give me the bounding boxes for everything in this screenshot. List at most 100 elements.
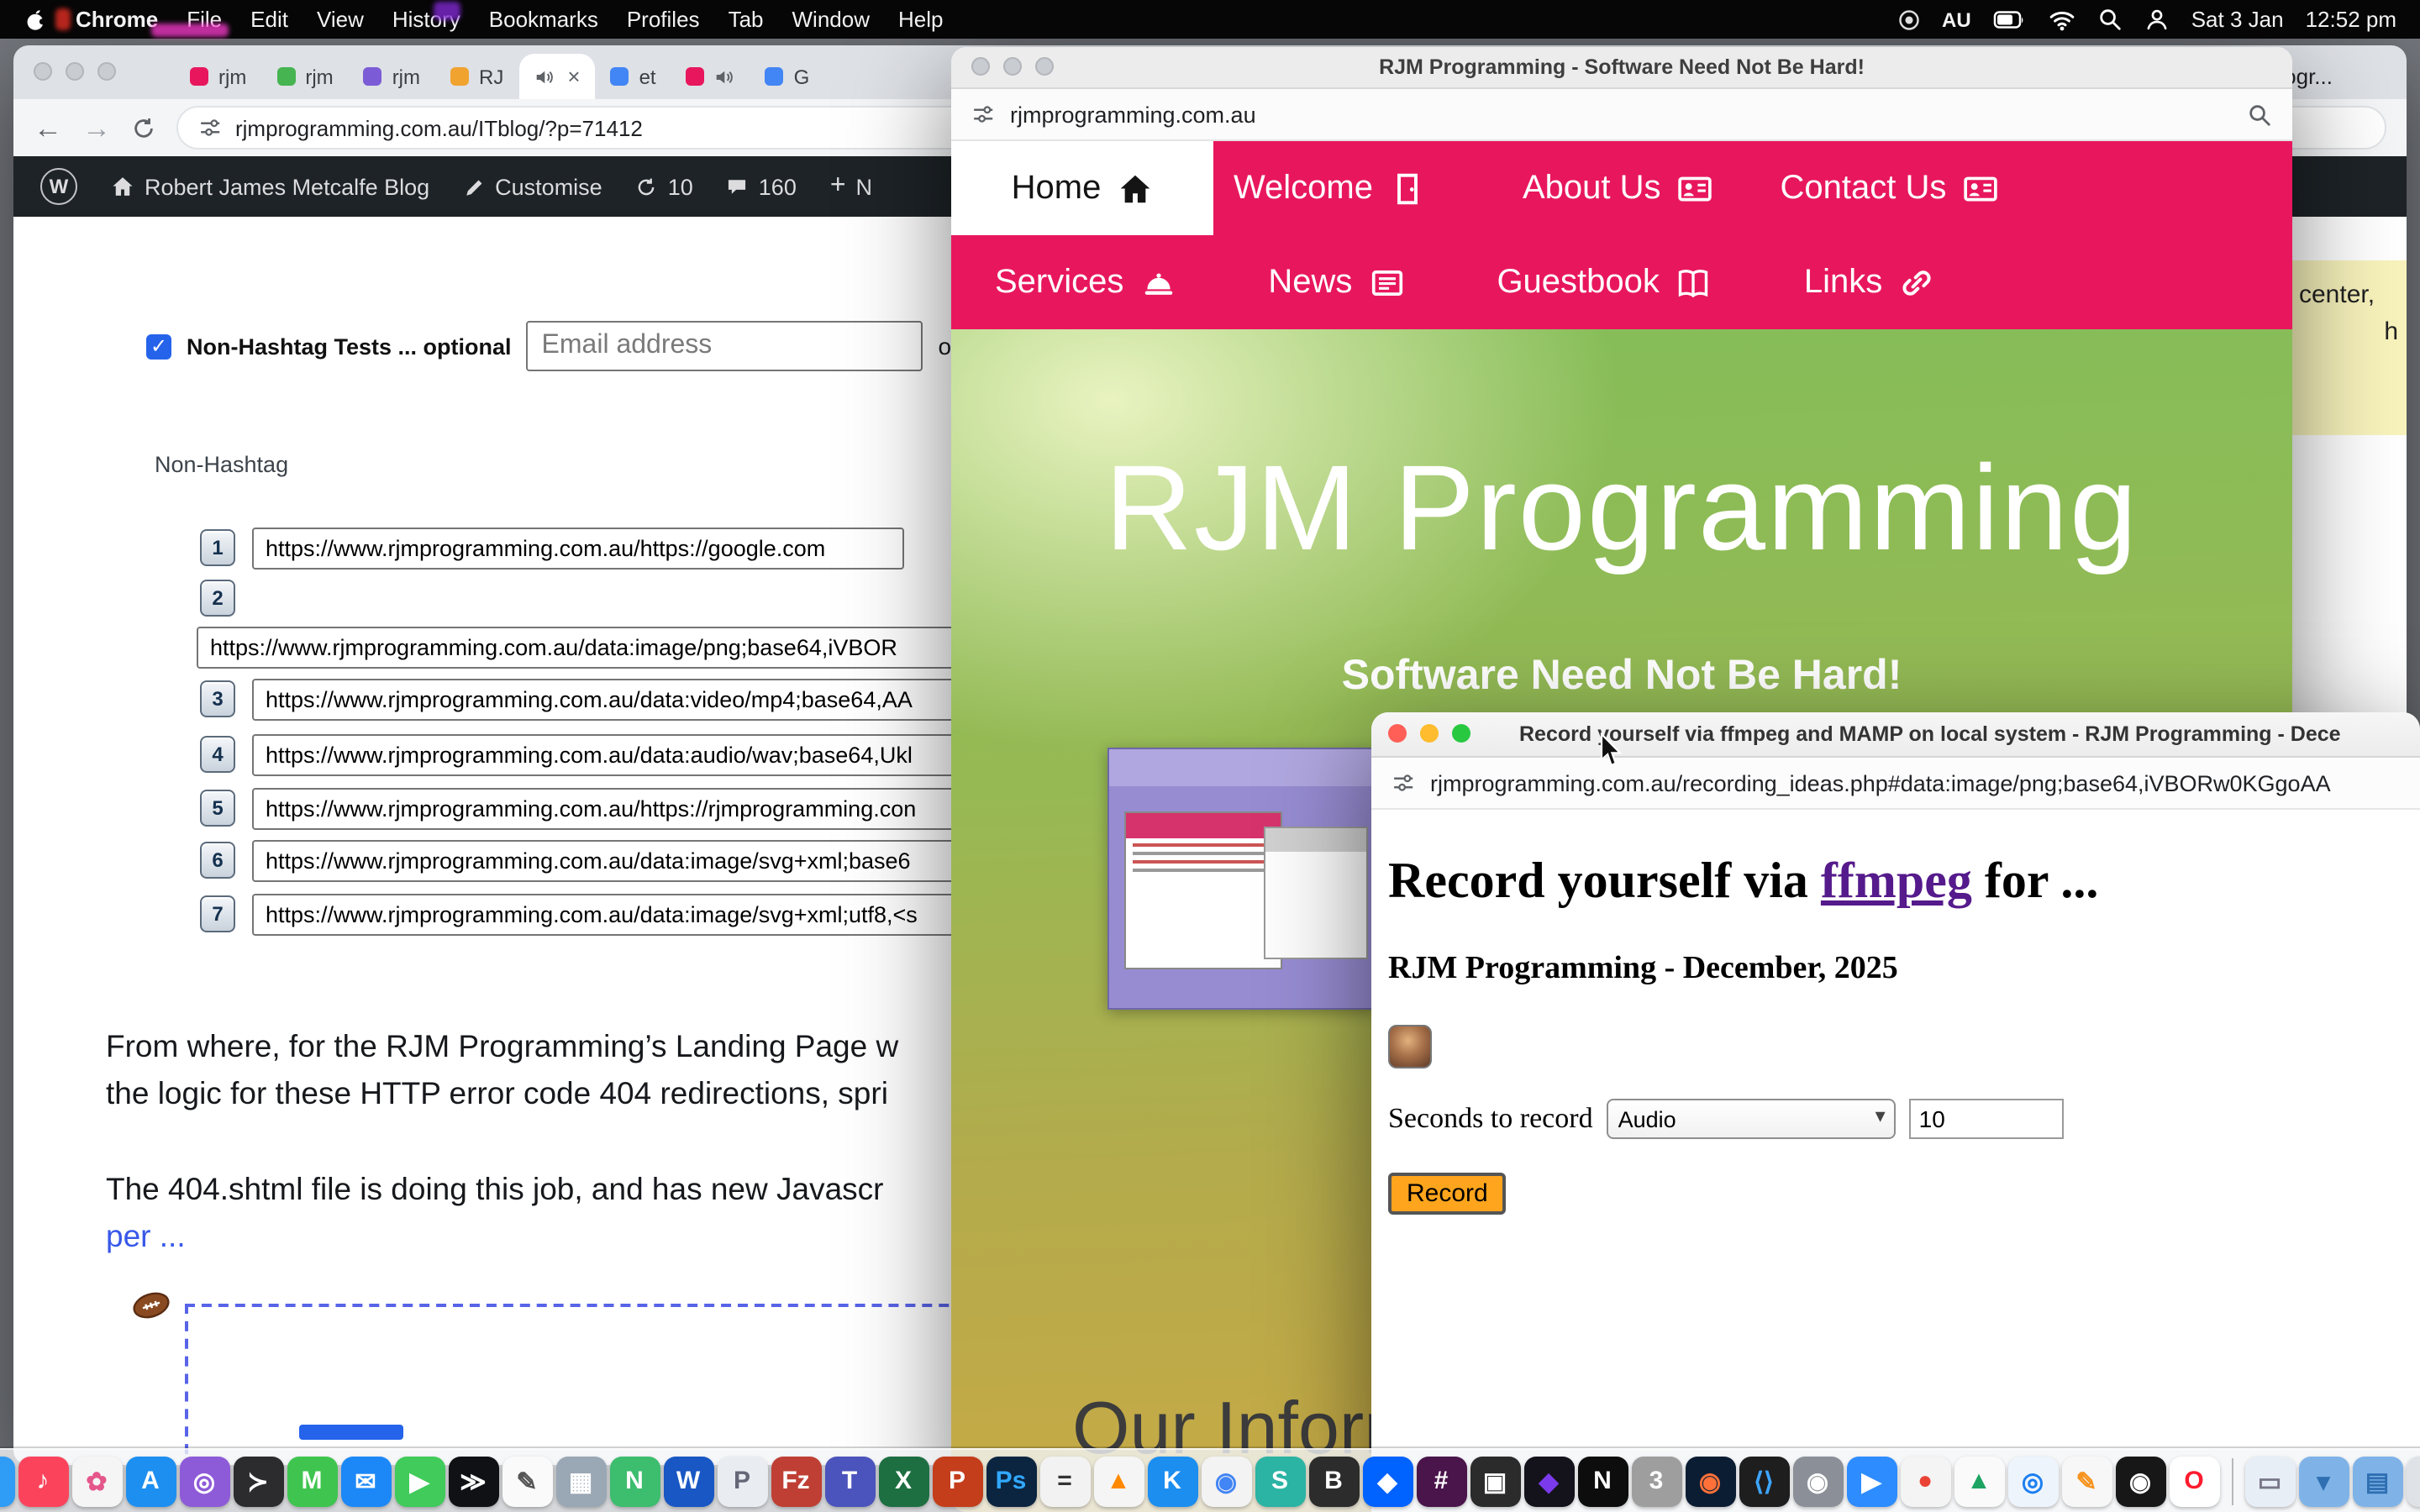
dock-minimized-window[interactable]: ▭ [2244, 1456, 2295, 1506]
screen-record-icon[interactable] [1897, 8, 1920, 31]
dock-powerpoint[interactable]: P [932, 1456, 982, 1506]
nav-home[interactable]: Home [951, 141, 1213, 235]
dock-chrome[interactable]: ◉ [1201, 1456, 1251, 1506]
dock-podcasts[interactable]: ◎ [179, 1456, 229, 1506]
menu-clock-time[interactable]: 12:52 pm [2306, 7, 2396, 32]
wp-updates[interactable]: 10 [636, 174, 693, 199]
email-input[interactable] [527, 321, 923, 371]
record-button[interactable]: Record [1388, 1173, 1507, 1215]
wifi-icon[interactable] [2049, 6, 2075, 33]
dock-music[interactable]: ♪ [18, 1456, 68, 1506]
browser-tab[interactable]: rjm [261, 54, 348, 99]
dock-android-studio[interactable]: ▣ [1470, 1456, 1520, 1506]
nav-links[interactable]: Links [1804, 263, 1934, 302]
site-settings-icon[interactable] [198, 116, 222, 139]
back-icon[interactable]: ← [34, 113, 62, 142]
minimize-button[interactable] [1003, 57, 1022, 76]
nav-welcome[interactable]: Welcome [1234, 169, 1425, 207]
wp-site-menu[interactable]: Robert James Metcalfe Blog [111, 174, 429, 199]
dock-messages[interactable]: M [287, 1456, 337, 1506]
dock-terminal[interactable]: ≻ [233, 1456, 283, 1506]
dock-iterm[interactable]: ≫ [448, 1456, 498, 1506]
zoom-search-icon[interactable] [2247, 102, 2272, 127]
row-number-button[interactable]: 6 [200, 842, 235, 879]
battery-icon[interactable] [1993, 3, 2027, 36]
dock-downloads-folder[interactable]: ▾ [2298, 1456, 2349, 1506]
browser-tab-active[interactable]: × [518, 54, 595, 99]
dock-maps[interactable]: ● [1900, 1456, 1950, 1506]
nav-news[interactable]: News [1268, 263, 1404, 302]
dock-sketch[interactable]: S [1255, 1456, 1305, 1506]
dock-excel[interactable]: X [878, 1456, 929, 1506]
dock-pages[interactable]: ✎ [2061, 1456, 2112, 1506]
wordpress-logo-icon[interactable]: W [40, 168, 77, 205]
site-settings-icon[interactable] [1392, 771, 1415, 795]
browser-tab[interactable]: RJ [435, 54, 518, 99]
menu-tab[interactable]: Tab [729, 7, 764, 32]
dock-opera[interactable]: O [2169, 1456, 2219, 1506]
row-number-button[interactable]: 7 [200, 895, 235, 932]
user-menu-icon[interactable] [2144, 7, 2170, 32]
nav-services[interactable]: Services [995, 263, 1176, 302]
row-number-button[interactable]: 5 [200, 790, 235, 827]
zoom-button[interactable] [1452, 724, 1470, 743]
dock-calculator[interactable]: = [1039, 1456, 1090, 1506]
browser-tab[interactable]: et [596, 54, 671, 99]
dock-vscode[interactable]: ⟨⟩ [1739, 1456, 1789, 1506]
browser-tab[interactable]: G [750, 54, 825, 99]
dock-vlc[interactable]: ▲ [1093, 1456, 1144, 1506]
dock-safari[interactable]: ◎ [2007, 1456, 2058, 1506]
dock-trash[interactable]: ▥ [2406, 1456, 2420, 1506]
record-type-select[interactable]: Audio [1607, 1099, 1896, 1139]
menu-edit[interactable]: Edit [250, 7, 288, 32]
dock-teams[interactable]: T [824, 1456, 875, 1506]
url-input[interactable] [252, 527, 904, 569]
rjm-address-bar[interactable]: rjmprogramming.com.au [951, 89, 2292, 141]
dock-textedit[interactable]: ✎ [502, 1456, 552, 1506]
menu-bookmarks[interactable]: Bookmarks [489, 7, 598, 32]
dock-numbers[interactable]: N [609, 1456, 660, 1506]
dock-app-store[interactable]: A [125, 1456, 176, 1506]
blue-scroll-strip[interactable] [299, 1425, 403, 1440]
dock-firefox[interactable]: ◉ [1685, 1456, 1735, 1506]
menu-help[interactable]: Help [898, 7, 944, 32]
dock-filezilla[interactable]: Fz [771, 1456, 821, 1506]
dock-finder[interactable]: ☺ [0, 1456, 14, 1506]
rjm-title-bar[interactable]: RJM Programming - Software Need Not Be H… [951, 47, 2292, 89]
dock-bbedit[interactable]: B [1308, 1456, 1359, 1506]
dock-zoom[interactable]: ▶ [1846, 1456, 1897, 1506]
zoom-button[interactable] [97, 62, 116, 81]
dock-documents-folder[interactable]: ▤ [2352, 1456, 2402, 1506]
dock-drive[interactable]: ▲ [1954, 1456, 2004, 1506]
forward-icon[interactable]: → [82, 113, 111, 142]
wp-customise[interactable]: Customise [463, 174, 602, 199]
dock-photoshop[interactable]: Ps [986, 1456, 1036, 1506]
dock-preview[interactable]: P [717, 1456, 767, 1506]
row-number-button[interactable]: 3 [200, 680, 235, 717]
dock-word[interactable]: W [663, 1456, 713, 1506]
dock-notion[interactable]: N [1577, 1456, 1628, 1506]
nav-contact-us[interactable]: Contact Us [1781, 169, 1999, 207]
browser-tab[interactable]: rjm [349, 54, 435, 99]
dock-slack[interactable]: # [1416, 1456, 1466, 1506]
menu-app-name[interactable]: Chrome [76, 7, 158, 32]
dock-obsidian[interactable]: ◆ [1523, 1456, 1574, 1506]
dock-facetime[interactable]: ▶ [394, 1456, 445, 1506]
close-button[interactable] [971, 57, 990, 76]
site-settings-icon[interactable] [971, 102, 995, 126]
browser-tab[interactable]: rjm [175, 54, 261, 99]
apple-menu[interactable] [24, 8, 47, 31]
seconds-input[interactable] [1909, 1099, 2064, 1139]
dock-dropbox[interactable]: ◆ [1362, 1456, 1413, 1506]
menu-clock-date[interactable]: Sat 3 Jan [2191, 7, 2284, 32]
menu-window[interactable]: Window [792, 7, 871, 32]
embedded-screenshot-thumbnail[interactable] [1107, 748, 1376, 1010]
row-number-button[interactable]: 2 [200, 580, 235, 617]
record-title-bar[interactable]: Record yourself via ffmpeg and MAMP on l… [1371, 712, 2420, 758]
dock-github[interactable]: ◉ [2115, 1456, 2165, 1506]
dock-photos[interactable]: ✿ [71, 1456, 122, 1506]
per-link[interactable]: per ... [106, 1218, 186, 1253]
spotlight-search-icon[interactable] [2097, 7, 2123, 32]
wp-new[interactable]: + N [830, 171, 872, 202]
minimize-button[interactable] [66, 62, 84, 81]
